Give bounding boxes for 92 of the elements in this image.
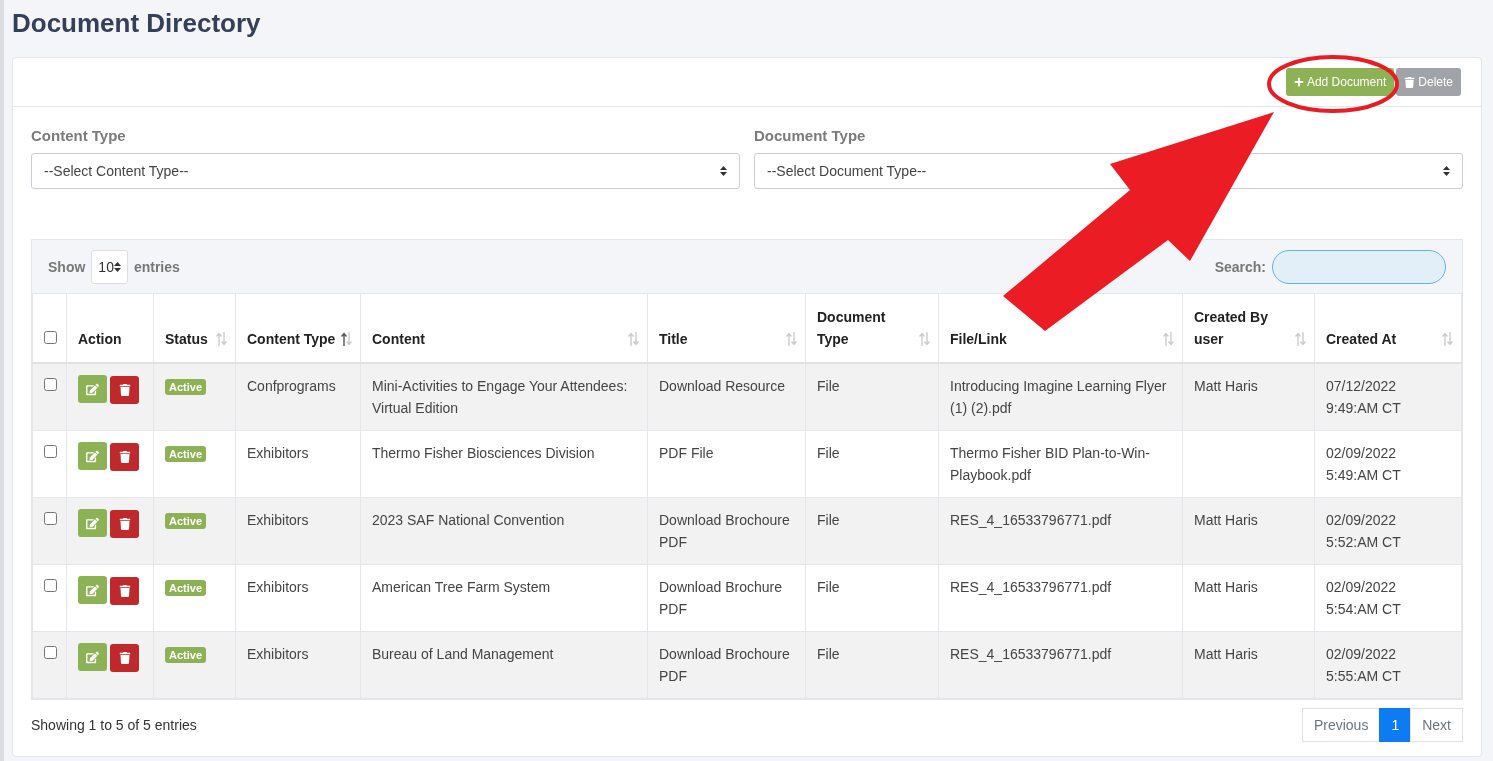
table-cell: 02/09/2022 5:54:AM CT [1326, 579, 1401, 617]
status-badge: Active [165, 647, 207, 663]
delete-row-button[interactable] [110, 576, 139, 605]
plus-icon [1293, 77, 1304, 87]
edit-button[interactable] [78, 509, 107, 537]
table-cell: RES_4_16533796771.pdf [950, 512, 1112, 528]
delete-row-button[interactable] [110, 375, 139, 404]
edit-button[interactable] [78, 643, 107, 671]
column-header: Status [165, 331, 208, 347]
page-title: Document Directory [12, 7, 262, 40]
row-checkbox[interactable] [44, 646, 57, 659]
table-cell: File [817, 378, 840, 394]
column-header: Content Type [247, 331, 336, 347]
row-checkbox[interactable] [44, 512, 57, 525]
search-label: Search: [1214, 258, 1266, 275]
table-cell: 07/12/2022 9:49:AM CT [1326, 378, 1401, 416]
column-header: Action [78, 331, 122, 347]
delete-row-button[interactable] [110, 442, 139, 471]
table-cell: Bureau of Land Management [372, 646, 554, 662]
edit-icon [86, 516, 99, 530]
table-cell: 02/09/2022 5:49:AM CT [1326, 445, 1401, 483]
table-cell: Matt Haris [1194, 512, 1258, 528]
column-header: Created By user [1194, 309, 1268, 347]
table-cell: Download Brochoure PDF [659, 646, 790, 684]
select-caret-icon [113, 261, 121, 272]
table-cell: 02/09/2022 5:55:AM CT [1326, 646, 1401, 684]
edit-icon [86, 382, 99, 396]
status-badge: Active [165, 379, 207, 395]
edit-icon [86, 583, 99, 597]
trash-icon [118, 450, 131, 463]
edit-icon [86, 650, 99, 664]
table-cell: Exhibitors [247, 512, 309, 528]
row-checkbox[interactable] [44, 378, 57, 391]
row-checkbox[interactable] [44, 579, 57, 592]
table-cell: Confprograms [247, 378, 336, 394]
show-label: Show [48, 258, 86, 275]
sort-icon[interactable] [341, 332, 352, 346]
table-cell: RES_4_16533796771.pdf [950, 646, 1112, 662]
trash-icon [1404, 76, 1416, 88]
table-cell: Exhibitors [247, 646, 309, 662]
status-badge: Active [165, 513, 207, 529]
filter-label: Document Type [754, 127, 867, 144]
table-cell: Exhibitors [247, 579, 309, 595]
trash-icon [118, 584, 131, 597]
table-cell: Exhibitors [247, 445, 309, 461]
table-cell: Introducing Imagine Learning Flyer (1) (2).pdf [950, 378, 1167, 416]
table-cell: Download Brochoure PDF [659, 512, 790, 550]
table-cell: File [817, 445, 840, 461]
select-caret-icon [1443, 166, 1450, 176]
trash-icon [118, 651, 131, 664]
edit-button[interactable] [78, 375, 107, 403]
page-button[interactable]: 1 [1379, 708, 1412, 742]
search-field[interactable] [1272, 249, 1446, 284]
table-cell: File [817, 646, 840, 662]
table-cell: Matt Haris [1194, 646, 1258, 662]
table-cell: RES_4_16533796771.pdf [950, 579, 1112, 595]
row-checkbox[interactable] [44, 445, 57, 458]
table-cell: File [817, 579, 840, 595]
edit-icon [86, 449, 99, 463]
table-cell: PDF File [659, 445, 714, 461]
filter-label: Content Type [31, 127, 127, 144]
table-cell: Download Resource [659, 378, 786, 394]
trash-icon [118, 383, 131, 396]
table-cell: 2023 SAF National Convention [372, 512, 565, 528]
edit-button[interactable] [78, 576, 107, 604]
table-cell: Thermo Fisher Biosciences Division [372, 445, 595, 461]
delete-button[interactable]: Delete [1396, 68, 1461, 96]
column-header: Title [659, 331, 688, 347]
table-cell: Mini-Activities to Engage Your Attendees: Virtual Edition [372, 378, 628, 416]
select-all-checkbox[interactable] [44, 331, 57, 344]
column-header: Created At [1326, 331, 1397, 347]
column-header: File/Link [950, 331, 1007, 347]
table-cell: Matt Haris [1194, 579, 1258, 595]
filter-select[interactable]: --Select Content Type-- [31, 153, 740, 189]
table-cell: Matt Haris [1194, 378, 1258, 394]
column-header: Document Type [817, 309, 886, 347]
select-caret-icon [720, 166, 727, 176]
table-cell: 02/09/2022 5:52:AM CT [1326, 512, 1401, 550]
entries-info: Showing 1 to 5 of 5 entries [31, 717, 197, 733]
column-header: Content [372, 331, 425, 347]
table-cell: Thermo Fisher BID Plan-to-Win-Playbook.pdf [950, 445, 1150, 483]
delete-row-button[interactable] [110, 643, 139, 672]
status-badge: Active [165, 580, 207, 596]
trash-icon [118, 517, 131, 530]
table-cell: American Tree Farm System [372, 579, 551, 595]
status-badge: Active [165, 446, 207, 462]
table-cell: Download Brochure PDF [659, 579, 782, 617]
edit-button[interactable] [78, 442, 107, 470]
table-cell: File [817, 512, 840, 528]
entries-label: entries [133, 258, 180, 275]
delete-row-button[interactable] [110, 509, 139, 538]
page-size-select[interactable]: 10 [91, 249, 128, 284]
